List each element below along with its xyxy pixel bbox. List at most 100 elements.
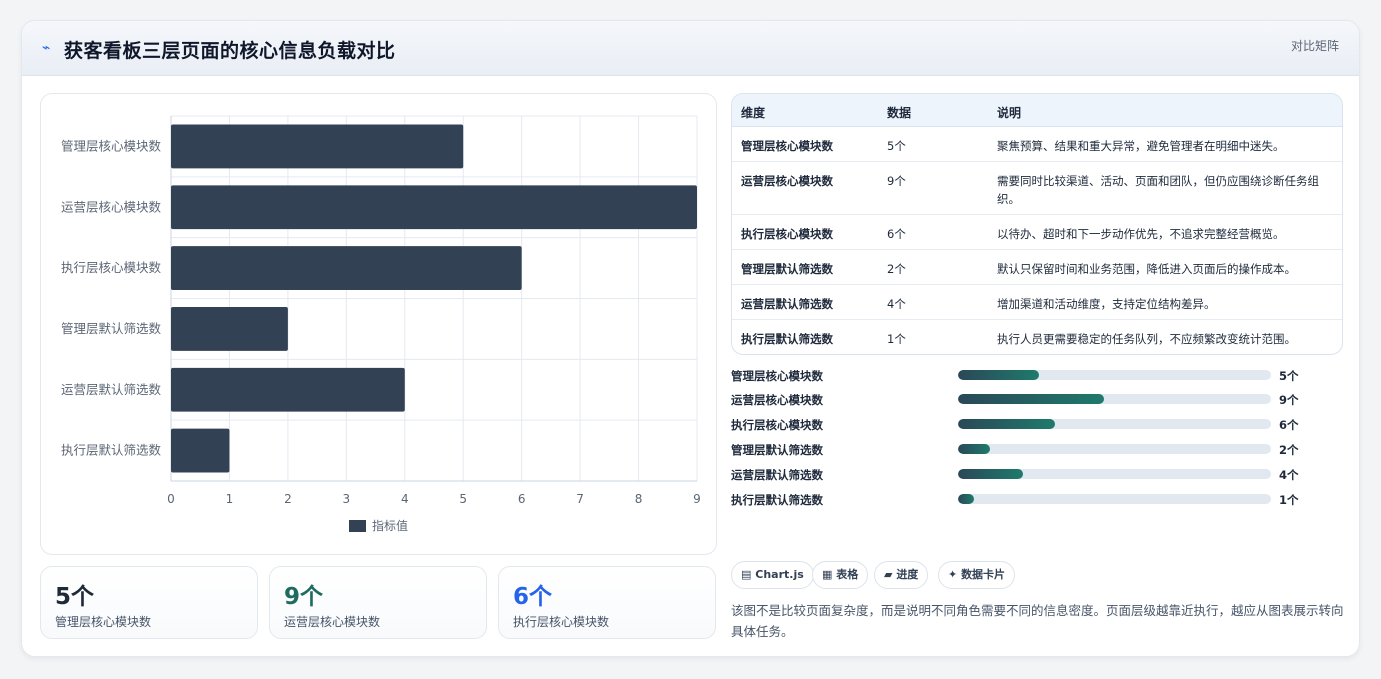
chip-chartjs[interactable]: ▤ Chart.js [731, 561, 814, 589]
progress-value: 6个 [1279, 418, 1299, 432]
x-tick-label: 5 [459, 492, 467, 506]
stat-label: 运营层核心模块数 [284, 615, 381, 629]
row-value: 5个 [887, 139, 906, 153]
progress-track [958, 370, 1271, 380]
row-description: 执行人员更需要稳定的任务队列，不应频繁改变统计范围。 [997, 332, 1296, 346]
stat-card: 6个 执行层核心模块数 [498, 566, 716, 639]
stat-value: 6个 [513, 584, 553, 610]
bar [171, 428, 230, 473]
card-icon: ✦ [948, 568, 958, 581]
progress-track [958, 419, 1271, 429]
row-value: 9个 [887, 174, 906, 188]
chip-progress[interactable]: ▰ 进度 [874, 561, 929, 589]
progress-label: 管理层核心模块数 [731, 369, 823, 383]
category-label: 执行层默认筛选数 [61, 443, 162, 458]
progress-row: 管理层核心模块数 5个 [731, 366, 1343, 386]
table-header: 维度 数据 说明 [732, 94, 1342, 127]
progress-label: 执行层核心模块数 [731, 418, 823, 432]
x-tick-label: 8 [635, 492, 643, 506]
column-header-dimension: 维度 [741, 106, 766, 120]
stat-value: 5个 [55, 584, 95, 610]
stat-value: 9个 [284, 584, 324, 610]
chip-label: 数据卡片 [961, 568, 1006, 581]
row-dimension: 管理层核心模块数 [741, 139, 833, 153]
stat-label: 执行层核心模块数 [513, 615, 610, 629]
progress-value: 4个 [1279, 468, 1299, 482]
x-tick-label: 6 [518, 492, 526, 506]
progress-fill [958, 494, 975, 504]
bar [171, 307, 288, 351]
row-description: 聚焦预算、结果和重大异常，避免管理者在明细中迷失。 [997, 139, 1285, 153]
row-description: 需要同时比较渠道、活动、页面和团队，但仍应围绕诊断任务组织。 [997, 174, 1319, 206]
table-row: 运营层核心模块数 9个 需要同时比较渠道、活动、页面和团队，但仍应围绕诊断任务组… [732, 162, 1342, 215]
progress-row: 执行层默认筛选数 1个 [731, 490, 1343, 510]
chart-icon: ▤ [741, 568, 752, 581]
stat-card: 9个 运营层核心模块数 [269, 566, 487, 639]
x-tick-label: 7 [576, 492, 584, 506]
x-tick-label: 3 [343, 492, 351, 506]
category-label: 执行层核心模块数 [61, 260, 162, 275]
bar [171, 367, 405, 412]
chip-label: Chart.js [755, 568, 804, 581]
row-dimension: 管理层默认筛选数 [741, 262, 833, 276]
comparison-matrix-tag: 对比矩阵 [1290, 39, 1339, 53]
x-tick-label: 0 [167, 492, 175, 506]
table-icon: ▦ [822, 568, 833, 581]
x-tick-label: 4 [401, 492, 409, 506]
row-dimension: 执行层核心模块数 [741, 227, 833, 241]
progress-track [958, 494, 1271, 504]
chip-data-card[interactable]: ✦ 数据卡片 [938, 561, 1016, 589]
progress-label: 运营层默认筛选数 [731, 468, 823, 482]
table-row: 执行层默认筛选数 1个 执行人员更需要稳定的任务队列，不应频繁改变统计范围。 [732, 320, 1342, 354]
explanation-note: 该图不是比较页面复杂度，而是说明不同角色需要不同的信息密度。页面层级越靠近执行，… [731, 603, 1344, 639]
legend-label: 指标值 [372, 518, 408, 533]
bar [171, 124, 464, 169]
progress-row: 运营层默认筛选数 4个 [731, 465, 1343, 485]
stat-label: 管理层核心模块数 [55, 615, 152, 629]
progress-fill [958, 394, 1105, 404]
x-tick-label: 1 [226, 492, 234, 506]
progress-label: 管理层默认筛选数 [731, 443, 823, 457]
spark-icon: ⌁ [42, 40, 51, 56]
x-tick-label: 2 [284, 492, 292, 506]
row-dimension: 执行层默认筛选数 [741, 332, 833, 346]
progress-track [958, 394, 1271, 404]
category-label: 运营层核心模块数 [61, 199, 162, 214]
row-value: 1个 [887, 332, 906, 346]
progress-track [958, 444, 1271, 454]
progress-label: 执行层默认筛选数 [731, 493, 823, 507]
row-description: 默认只保留时间和业务范围，降低进入页面后的操作成本。 [997, 262, 1296, 276]
bar [171, 185, 697, 230]
progress-value: 9个 [1279, 393, 1299, 407]
progress-row: 运营层核心模块数 9个 [731, 390, 1343, 410]
row-value: 6个 [887, 227, 906, 241]
category-label: 管理层默认筛选数 [61, 321, 162, 336]
progress-icon: ▰ [884, 568, 893, 581]
bar-chart: 管理层核心模块数运营层核心模块数执行层核心模块数管理层默认筛选数运营层默认筛选数… [61, 115, 701, 533]
table-row: 管理层默认筛选数 2个 默认只保留时间和业务范围，降低进入页面后的操作成本。 [732, 250, 1342, 285]
column-header-data: 数据 [887, 106, 912, 120]
category-label: 管理层核心模块数 [61, 138, 162, 153]
row-dimension: 运营层默认筛选数 [741, 297, 833, 311]
row-value: 4个 [887, 297, 906, 311]
row-description: 以待办、超时和下一步动作优先，不追求完整经营概览。 [997, 227, 1285, 241]
progress-row: 管理层默认筛选数 2个 [731, 440, 1343, 460]
table-row: 运营层默认筛选数 4个 增加渠道和活动维度，支持定位结构差异。 [732, 285, 1342, 320]
bar-chart-panel: 管理层核心模块数 运营层核心模块数 执行层核心模块数 管理层默认筛选数 运营层默认筛选数… [40, 93, 717, 555]
page-title: 获客看板三层页面的核心信息负载对比 [64, 40, 396, 62]
progress-value: 5个 [1279, 369, 1299, 383]
progress-label: 运营层核心模块数 [731, 393, 823, 407]
category-label: 运营层默认筛选数 [61, 382, 162, 397]
progress-fill [958, 419, 1056, 429]
table-row: 管理层核心模块数 5个 聚焦预算、结果和重大异常，避免管理者在明细中迷失。 [732, 127, 1342, 162]
progress-value: 2个 [1279, 443, 1299, 457]
card-header: ⌁ 获客看板三层页面的核心信息负载对比 对比矩阵 [22, 21, 1359, 76]
progress-fill [958, 469, 1023, 479]
chip-table[interactable]: ▦ 表格 [812, 561, 869, 589]
chip-label: 进度 [896, 568, 919, 581]
row-dimension: 运营层核心模块数 [741, 174, 833, 188]
progress-track [958, 469, 1271, 479]
table-row: 执行层核心模块数 6个 以待办、超时和下一步动作优先，不追求完整经营概览。 [732, 215, 1342, 250]
progress-fill [958, 444, 991, 454]
row-description: 增加渠道和活动维度，支持定位结构差异。 [997, 297, 1216, 311]
